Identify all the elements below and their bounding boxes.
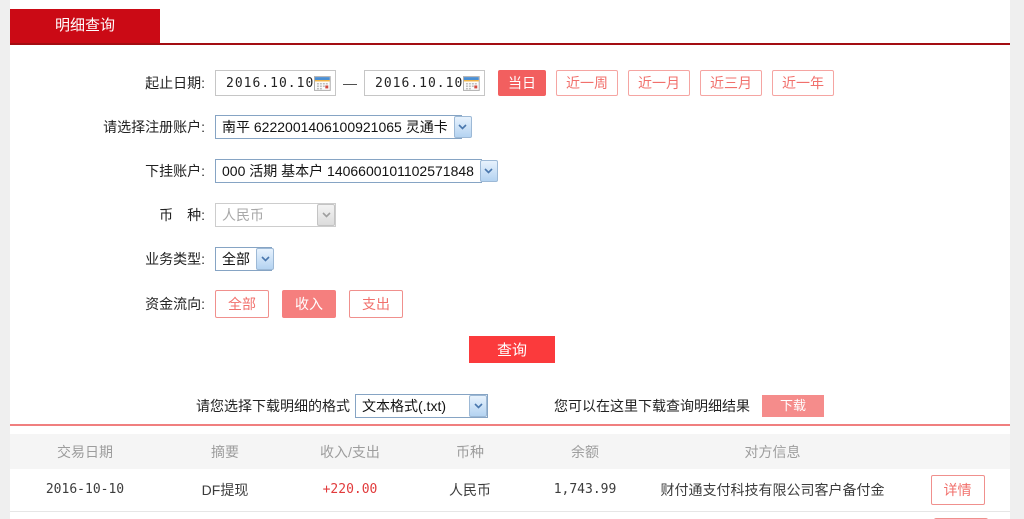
download-hint-text: 您可以在这里下载查询明细结果 (554, 398, 750, 414)
currency-row: 币 种: 人民币 (10, 202, 1010, 228)
calendar-icon[interactable] (314, 75, 331, 91)
header-action (905, 434, 1010, 469)
fund-flow-row: 资金流向: 全部 收入 支出 (10, 290, 1010, 318)
sub-account-row: 下挂账户: 000 活期 基本户 1406600101102571848 (10, 158, 1010, 184)
sub-account-value: 000 活期 基本户 1406600101102571848 (222, 163, 474, 179)
registered-account-row: 请选择注册账户: 南平 6222001406100921065 灵通卡 (10, 114, 1010, 140)
cell-action: 详情 (905, 469, 1010, 512)
fund-flow-label: 资金流向: (145, 296, 205, 312)
currency-label: 币 种: (159, 207, 205, 223)
download-button[interactable]: 下载 (762, 395, 824, 417)
header-summary: 摘要 (160, 434, 290, 469)
registered-account-value: 南平 6222001406100921065 灵通卡 (222, 119, 448, 135)
cell-balance: 1,743.99 (530, 469, 640, 512)
date-range-separator: — (343, 75, 357, 91)
cell-summary: DF提现 (160, 469, 290, 512)
business-type-select[interactable]: 全部 (215, 247, 274, 271)
currency-value: 人民币 (222, 207, 264, 223)
quick-range-today-button[interactable]: 当日 (498, 70, 546, 96)
tab-detail-query[interactable]: 明细查询 (10, 9, 160, 43)
sub-account-select[interactable]: 000 活期 基本户 1406600101102571848 (215, 159, 498, 183)
query-button[interactable]: 查询 (469, 336, 555, 363)
header-currency: 币种 (410, 434, 530, 469)
chevron-down-icon[interactable] (469, 395, 487, 417)
business-type-label: 业务类型: (145, 251, 205, 267)
chevron-down-icon (317, 204, 335, 226)
detail-button[interactable]: 详情 (930, 474, 985, 505)
quick-range-month-button[interactable]: 近一月 (628, 70, 690, 96)
quick-range-year-button[interactable]: 近一年 (772, 70, 834, 96)
fund-flow-expense-button[interactable]: 支出 (349, 290, 403, 318)
header-balance: 余额 (530, 434, 640, 469)
tab-bar: 明细查询 (10, 0, 1010, 45)
results-table: 交易日期 摘要 收入/支出 币种 余额 对方信息 2016-10-10 DF提现… (10, 434, 1010, 512)
business-type-row: 业务类型: 全部 (10, 246, 1010, 272)
date-range-label: 起止日期: (145, 75, 205, 91)
cell-date: 2016-10-10 (10, 469, 160, 512)
sub-account-label: 下挂账户: (145, 163, 205, 179)
start-date-input[interactable]: 2016.10.10 (215, 70, 336, 96)
registered-account-label: 请选择注册账户: (103, 119, 205, 135)
chevron-down-icon[interactable] (453, 116, 472, 138)
fund-flow-income-button[interactable]: 收入 (282, 290, 336, 318)
download-format-label: 请您选择下载明细的格式 (196, 398, 350, 414)
section-divider (10, 424, 1010, 426)
fund-flow-all-button[interactable]: 全部 (215, 290, 269, 318)
header-counterparty: 对方信息 (640, 434, 905, 469)
cell-counterparty: 财付通支付科技有限公司客户备付金 (640, 469, 905, 512)
detail-query-panel: 明细查询 起止日期: 2016.10.10 — 2016.10.10 当日 近一… (10, 0, 1010, 519)
business-type-value: 全部 (222, 251, 250, 267)
quick-range-week-button[interactable]: 近一周 (556, 70, 618, 96)
currency-select: 人民币 (215, 203, 336, 227)
table-row: 2016-10-10 DF提现 +220.00 人民币 1,743.99 财付通… (10, 469, 1010, 512)
chevron-down-icon[interactable] (256, 248, 274, 270)
calendar-icon[interactable] (463, 75, 480, 91)
download-format-value: 文本格式(.txt) (362, 398, 446, 414)
header-date: 交易日期 (10, 434, 160, 469)
download-format-select[interactable]: 文本格式(.txt) (355, 394, 488, 418)
end-date-input[interactable]: 2016.10.10 (364, 70, 485, 96)
end-date-value: 2016.10.10 (375, 75, 464, 91)
registered-account-select[interactable]: 南平 6222001406100921065 灵通卡 (215, 115, 472, 139)
quick-range-3months-button[interactable]: 近三月 (700, 70, 762, 96)
date-range-row: 起止日期: 2016.10.10 — 2016.10.10 当日 近一周 近一月… (10, 70, 1010, 96)
download-row: 请您选择下载明细的格式 文本格式(.txt) 您可以在这里下载查询明细结果 下载 (10, 393, 1010, 419)
cell-currency: 人民币 (410, 469, 530, 512)
header-in-out: 收入/支出 (290, 434, 410, 469)
table-row-partial: 详情 (10, 511, 1010, 519)
cell-amount: +220.00 (290, 469, 410, 512)
start-date-value: 2016.10.10 (226, 75, 315, 91)
chevron-down-icon[interactable] (479, 160, 498, 182)
table-header-row: 交易日期 摘要 收入/支出 币种 余额 对方信息 (10, 434, 1010, 469)
query-form: 起止日期: 2016.10.10 — 2016.10.10 当日 近一周 近一月… (10, 45, 1010, 363)
